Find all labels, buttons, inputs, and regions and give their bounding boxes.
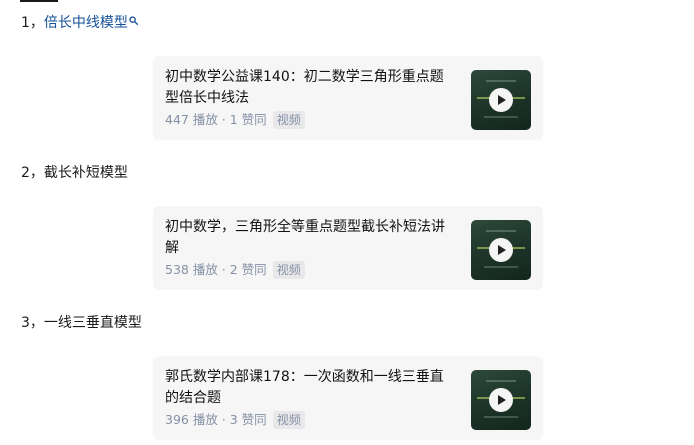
top-divider (20, 0, 58, 2)
video-stats: 396 播放 · 3 赞同 (165, 412, 267, 427)
video-title[interactable]: 初中数学公益课140：初二数学三角形重点题型倍长中线法 (165, 67, 457, 109)
section-title: 一线三垂直模型 (43, 315, 142, 331)
section-heading-1: 1，倍长中线模型 (21, 13, 138, 33)
thumbnail-line (484, 116, 518, 118)
thumbnail-line (486, 230, 516, 232)
section-title: 截长补短模型 (43, 165, 128, 181)
video-tag: 视频 (272, 411, 305, 429)
thumbnail-line (486, 380, 516, 382)
play-icon[interactable] (489, 388, 513, 412)
section-heading-3: 3，一线三垂直模型 (21, 313, 142, 333)
video-thumbnail[interactable] (471, 370, 531, 430)
play-icon[interactable] (489, 88, 513, 112)
video-thumbnail[interactable] (471, 220, 531, 280)
video-thumbnail[interactable] (471, 70, 531, 130)
play-icon[interactable] (489, 238, 513, 262)
section-number: 2， (21, 165, 44, 181)
keyword-link[interactable]: 倍长中线模型 (44, 15, 128, 31)
video-title[interactable]: 初中数学，三角形全等重点题型截长补短法讲解 (165, 217, 457, 259)
thumbnail-line (484, 416, 518, 418)
thumbnail-line (486, 80, 516, 82)
thumbnail-line (484, 266, 518, 268)
video-tag: 视频 (272, 261, 305, 279)
video-meta: 538 播放 · 2 赞同 视频 (165, 261, 305, 279)
video-card-2[interactable]: 初中数学，三角形全等重点题型截长补短法讲解 538 播放 · 2 赞同 视频 (153, 206, 543, 290)
video-card-3[interactable]: 郭氏数学内部课178：一次函数和一线三垂直的结合题 396 播放 · 3 赞同视… (153, 356, 543, 440)
video-stats: 447 播放 · 1 赞同 (165, 112, 267, 127)
section-number: 1， (21, 15, 44, 31)
video-meta: 396 播放 · 3 赞同 视频 (165, 411, 305, 429)
section-number: 3， (21, 315, 44, 331)
video-tag: 视频 (272, 111, 305, 129)
video-card-1[interactable]: 初中数学公益课140：初二数学三角形重点题型倍长中线法 447 播放 · 1 赞… (153, 56, 543, 140)
video-meta: 447 播放 · 1 赞同 视频 (165, 111, 305, 129)
section-heading-2: 2，截长补短模型 (21, 163, 128, 183)
video-title[interactable]: 郭氏数学内部课178：一次函数和一线三垂直的结合题 (165, 367, 457, 409)
search-icon[interactable] (129, 11, 138, 25)
video-stats: 538 播放 · 2 赞同 (165, 262, 267, 277)
